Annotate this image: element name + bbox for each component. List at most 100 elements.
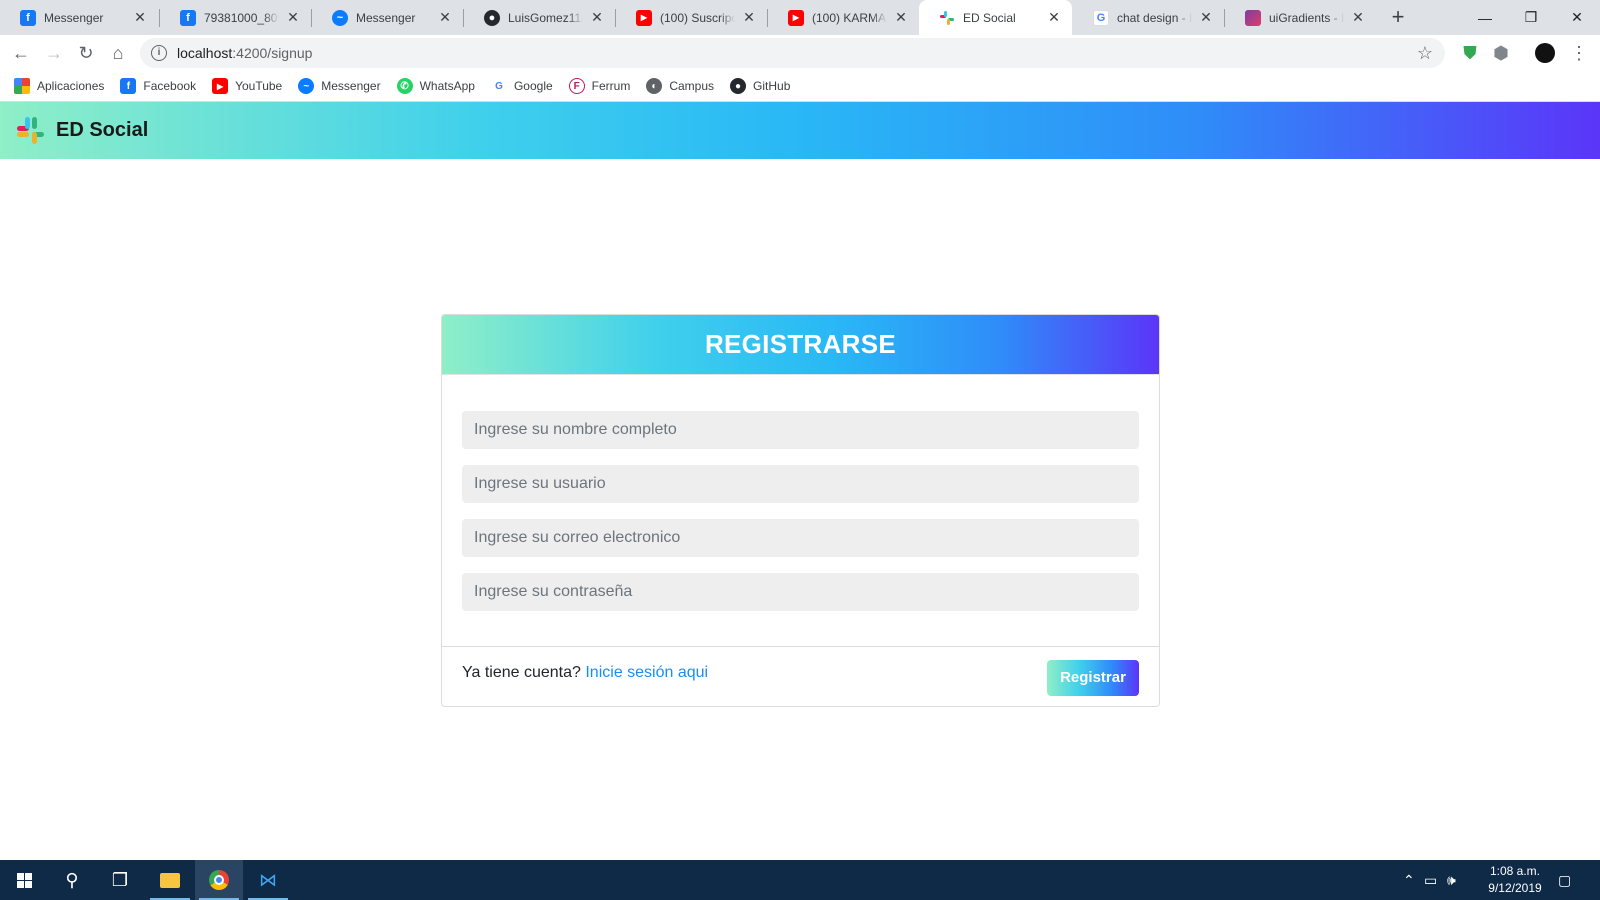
tray-chevron-icon[interactable]: ⌃ [1403,860,1415,900]
slack-logo-icon[interactable] [15,115,47,147]
have-account-label: Ya tiene cuenta? [462,663,581,681]
back-arrow-icon[interactable]: ← [7,39,35,67]
have-account-text: Ya tiene cuenta? Inicie sesión aqui [462,664,708,682]
login-link[interactable]: Inicie sesión aqui [585,664,708,681]
bookmark-label: Facebook [143,79,197,93]
youtube-icon: ▶ [212,78,229,94]
browser-tab[interactable]: ~ Messenger ✕ [312,0,463,35]
username-input[interactable] [462,465,1139,503]
home-icon[interactable]: ⌂ [104,39,132,67]
whatsapp-icon: ✆ [396,78,413,94]
bookmark-star-icon[interactable]: ☆ [1417,43,1433,64]
vscode-icon[interactable]: ⋈ [244,860,292,900]
browser-tab[interactable]: ▶ (100) KARMALAN ✕ [768,0,919,35]
password-input[interactable] [462,573,1139,611]
bookmark-label: YouTube [235,79,283,93]
close-icon[interactable]: ✕ [741,9,757,26]
menu-kebab-icon[interactable]: ⋮ [1565,39,1593,67]
url-path: :4200/signup [232,45,313,61]
browser-tab[interactable]: f 79381000_80967 ✕ [160,0,311,35]
tab-title: chat design - Bu [1117,10,1192,25]
url-host: localhost [177,45,233,61]
close-icon[interactable]: ✕ [589,9,605,26]
ferrum-icon: F [568,78,585,94]
address-bar[interactable]: i localhost:4200/signup ☆ [140,38,1445,68]
notifications-icon[interactable]: ▢ [1558,860,1571,900]
close-icon[interactable]: ✕ [1046,9,1062,26]
bookmark-label: Messenger [321,79,381,93]
messenger-icon: ~ [298,78,315,94]
forward-arrow-icon[interactable]: → [40,39,68,67]
restore-button[interactable]: ❐ [1508,0,1554,35]
bookmark-label: GitHub [753,79,791,93]
close-icon[interactable]: ✕ [132,9,148,26]
google-icon: G [490,78,507,94]
bookmark-campus[interactable]: ◐ Campus [646,78,714,94]
bookmark-label: Aplicaciones [37,79,105,93]
windows-start-icon[interactable] [0,860,48,900]
tab-title: 79381000_80967 [204,10,279,25]
bookmark-label: Ferrum [591,79,631,93]
tab-title: uiGradients - Be [1269,10,1344,25]
slack-icon [939,10,955,26]
close-window-button[interactable]: ✕ [1554,0,1600,35]
close-icon[interactable]: ✕ [437,9,453,26]
browser-tab[interactable]: uiGradients - Be ✕ [1225,0,1376,35]
tab-title: Messenger [356,10,416,25]
browser-tab[interactable]: f Messenger ✕ [0,0,158,35]
youtube-icon: ▶ [788,9,804,26]
tab-title: LuisGomez11/ED [508,10,583,25]
chrome-icon[interactable] [195,860,243,900]
network-icon[interactable]: ▭ [1424,860,1437,900]
google-icon: G [1093,9,1109,26]
bookmark-apps[interactable]: Aplicaciones [14,78,104,94]
system-clock[interactable]: 1:08 a.m. 9/12/2019 [1480,863,1550,897]
browser-tab[interactable]: G chat design - Bu ✕ [1073,0,1224,35]
close-icon[interactable]: ✕ [1350,9,1366,26]
search-icon[interactable]: ⚲ [48,860,96,900]
task-view-icon[interactable]: ❐ [96,860,144,900]
browser-tab-active[interactable]: ED Social ✕ [919,0,1072,35]
brand-name[interactable]: ED Social [56,119,148,142]
cube-extension-icon[interactable]: ⬢ [1487,39,1515,67]
clock-time: 1:08 a.m. [1489,864,1541,878]
file-explorer-icon[interactable] [146,860,194,900]
youtube-icon: ▶ [636,9,652,26]
tab-title: (100) Suscripcion [660,10,735,25]
facebook-icon: f [180,9,196,26]
bookmark-whatsapp[interactable]: ✆ WhatsApp [396,78,475,94]
close-icon[interactable]: ✕ [893,9,909,26]
uigradients-icon [1245,9,1261,26]
volume-icon[interactable]: 🕪 [1447,860,1456,900]
reload-icon[interactable]: ↻ [72,39,100,67]
full-name-input[interactable] [462,411,1139,449]
bookmark-youtube[interactable]: ▶ YouTube [212,78,282,94]
close-icon[interactable]: ✕ [285,9,301,26]
bookmark-ferrum[interactable]: F Ferrum [568,78,631,94]
facebook-icon: f [120,78,137,94]
bookmark-facebook[interactable]: f Facebook [120,78,196,94]
bookmark-messenger[interactable]: ~ Messenger [298,78,381,94]
signup-title: REGISTRARSE [704,329,897,359]
register-button[interactable]: Registrar [1047,659,1139,696]
bookmark-label: Google [513,79,553,93]
campus-icon: ◐ [646,78,663,94]
email-input[interactable] [462,519,1139,557]
minimize-button[interactable]: — [1462,0,1508,35]
bookmark-github[interactable]: ● GitHub [730,78,790,94]
new-tab-button[interactable]: + [1385,5,1411,31]
browser-tab[interactable]: ● LuisGomez11/ED ✕ [464,0,615,35]
signup-card: REGISTRARSE Ya tiene cuenta? Inicie sesi… [441,314,1160,707]
browser-tab[interactable]: ▶ (100) Suscripcion ✕ [616,0,767,35]
shield-extension-icon[interactable]: ⛊ [1456,39,1484,67]
bookmark-google[interactable]: G Google [490,78,553,94]
facebook-icon: f [20,9,36,26]
profile-avatar[interactable] [1531,39,1559,67]
tab-title: (100) KARMALAN [812,10,887,25]
signup-card-footer: Ya tiene cuenta? Inicie sesión aqui Regi… [442,646,1159,706]
signup-card-header: REGISTRARSE [442,315,1159,374]
site-info-icon[interactable]: i [151,45,167,61]
signup-form [442,374,1159,646]
browser-toolbar: ← → ↻ ⌂ i localhost:4200/signup ☆ ⛊ ⬢ ⋮ [0,35,1600,71]
close-icon[interactable]: ✕ [1198,9,1214,26]
